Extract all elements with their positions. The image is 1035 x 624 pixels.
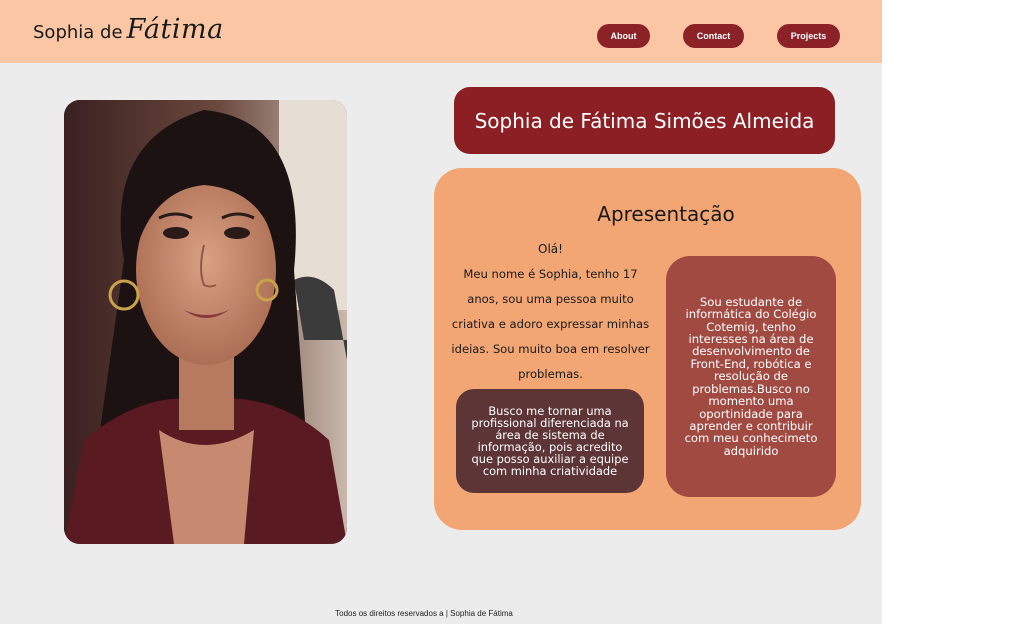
intro-title: Apresentação [597,202,735,226]
nav-contact-button[interactable]: Contact [683,24,744,48]
intro-panel: Apresentação Olá! Meu nome é Sophia, ten… [434,168,861,530]
nav-projects-button[interactable]: Projects [777,24,840,48]
portrait-illustration [64,100,347,544]
profile-photo [64,100,347,544]
page: Sophia deFátima About Contact Projects [0,0,882,624]
site-header: Sophia de Fátima About Contact Projects [0,0,882,63]
nav-about-button[interactable]: About [597,24,650,48]
full-name-banner: Sophia de Fátima Simões Almeida [454,87,835,154]
study-card: Sou estudante de informática do Colégio … [666,256,836,497]
study-text: Sou estudante de informática do Colégio … [684,294,818,458]
brand-name-script: Fátima [126,14,224,45]
footer-copyright: Todos os direitos reservados a | Sophia … [335,609,513,618]
intro-greeting: Olá! [538,242,563,256]
intro-text: Meu nome é Sophia, tenho 17 anos, sou um… [451,267,650,381]
goal-card: Busco me tornar uma profissional diferen… [456,389,644,493]
brand-name-plain: Sophia de [33,22,123,43]
brand-logo[interactable]: Sophia de Fátima [33,14,224,45]
goal-text: Busco me tornar uma profissional diferen… [471,404,629,478]
